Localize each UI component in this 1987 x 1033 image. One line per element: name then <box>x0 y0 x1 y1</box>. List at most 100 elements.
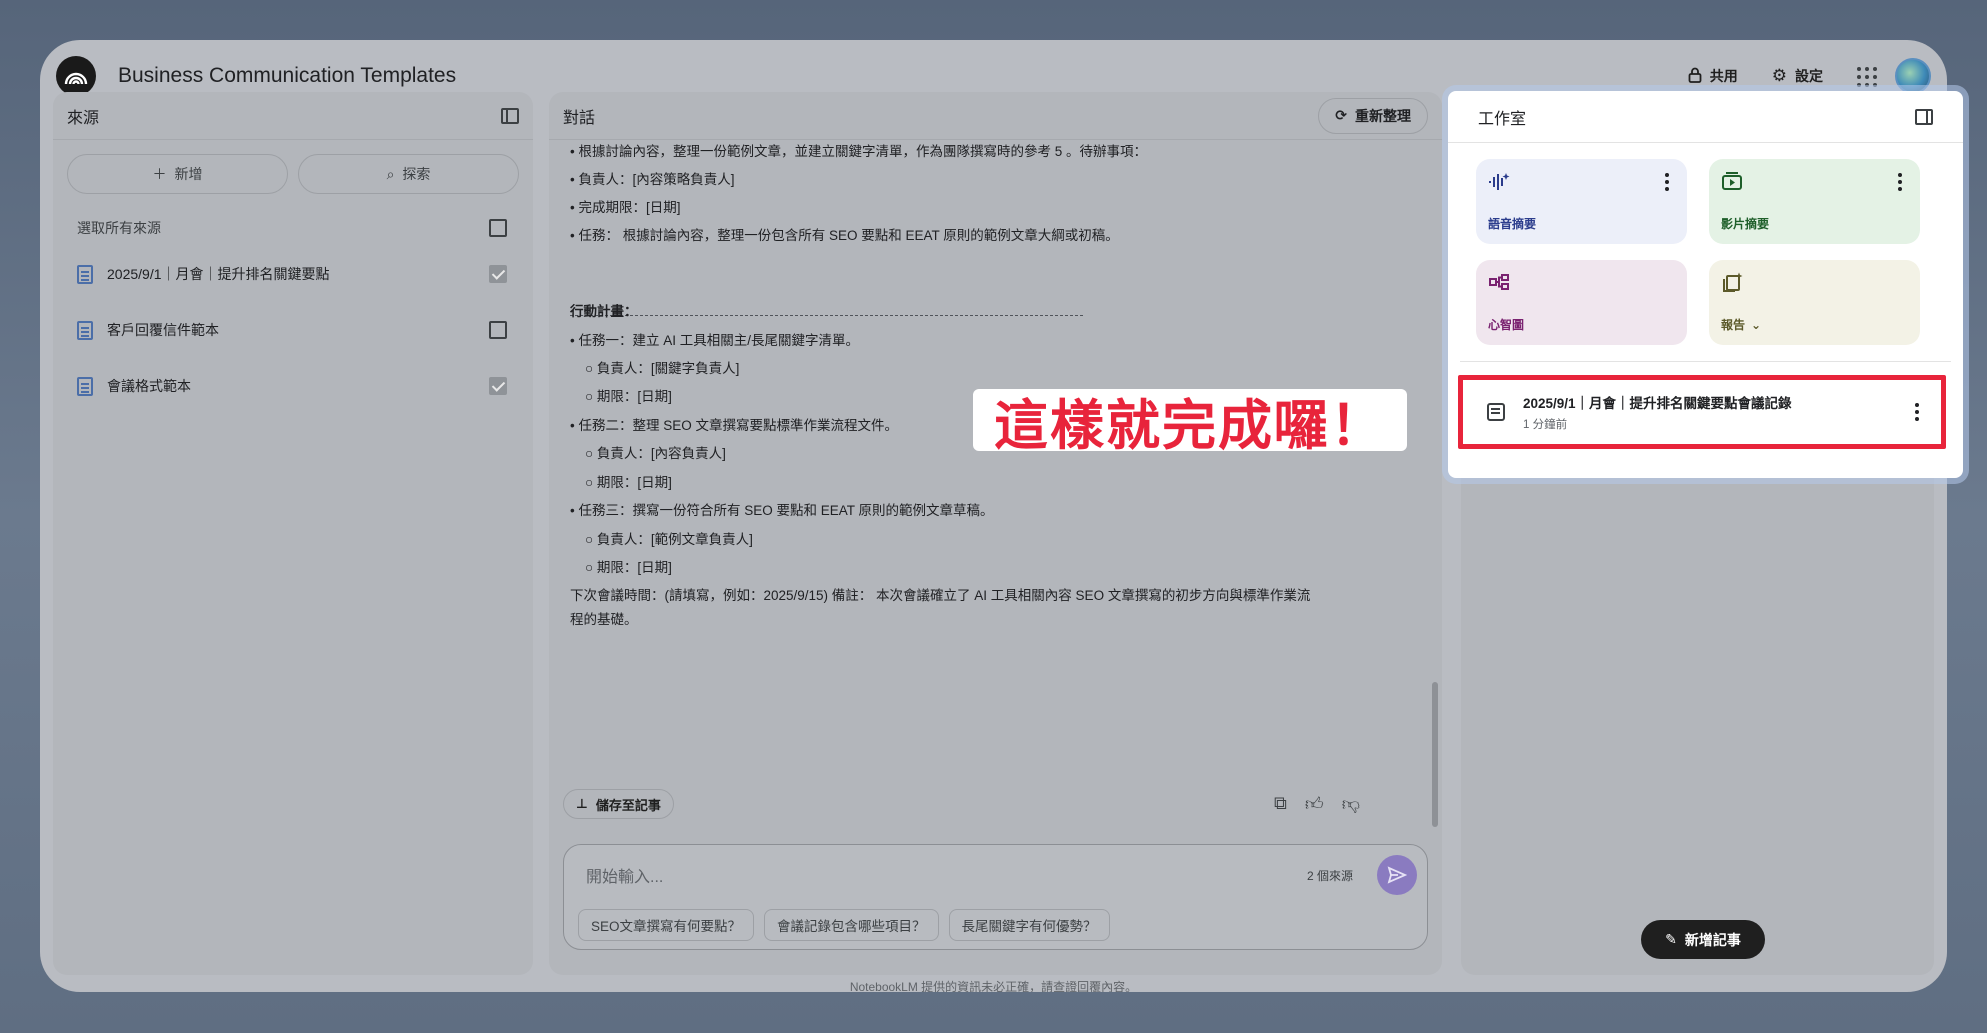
document-icon <box>77 320 93 340</box>
source-item[interactable]: 客戶回覆信件範本 <box>53 302 533 358</box>
collapse-panel-icon[interactable] <box>1915 108 1933 125</box>
tile-label: 心智圖 <box>1488 318 1525 332</box>
notebooklm-logo-icon[interactable] <box>56 56 96 96</box>
settings-label: 設定 <box>1795 68 1823 84</box>
video-icon <box>1721 172 1743 196</box>
select-all-label: 選取所有來源 <box>77 220 161 236</box>
response-line: • 負責人：[內容策略負責人] <box>570 172 735 187</box>
avatar[interactable] <box>1895 58 1931 94</box>
response-line: 下次會議時間：(請填寫，例如：2025/9/15) 備註： 本次會議確立了 AI… <box>570 588 1311 603</box>
report-tile[interactable]: 報告 ⌄ <box>1709 260 1920 345</box>
chat-panel: 對話 ⟳ 重新整理 • 根據討論內容，整理一份範例文章，並建立關鍵字清單，作為團… <box>549 92 1442 975</box>
response-line: ○ 期限：[日期] <box>585 560 672 575</box>
settings-button[interactable]: ⚙ 設定 <box>1764 58 1831 94</box>
thumbs-up-icon[interactable]: 👍︎ <box>1305 793 1324 815</box>
source-label: 會議格式範本 <box>107 378 191 394</box>
chat-scrollbar[interactable] <box>1432 682 1438 827</box>
studio-header: 工作室 <box>1448 91 1963 143</box>
divider <box>570 315 1083 316</box>
note-timestamp: 1 分鐘前 <box>1523 419 1568 431</box>
studio-panel: 工作室 語音摘要 影片摘要 心智圖 報告 ⌄ 2025/9/1｜月會｜提升排名關… <box>1448 91 1963 478</box>
select-all-checkbox[interactable] <box>489 219 507 237</box>
source-item[interactable]: 2025/9/1｜月會｜提升排名關鍵要點 <box>53 246 533 302</box>
audio-overview-tile[interactable]: 語音摘要 <box>1476 159 1687 244</box>
suggestion-chip[interactable]: SEO文章撰寫有何要點？ <box>578 909 755 941</box>
add-source-button[interactable]: ＋ 新增 <box>67 154 288 194</box>
response-line: • 完成期限：[日期] <box>570 200 681 215</box>
source-label: 2025/9/1｜月會｜提升排名關鍵要點 <box>107 266 330 282</box>
source-checkbox[interactable] <box>489 377 507 395</box>
apps-grid-icon[interactable] <box>1855 65 1877 87</box>
search-sparkle-icon: ⌕ <box>386 165 395 182</box>
suggestion-chip[interactable]: 會議記錄包含哪些項目？ <box>764 909 939 941</box>
chat-header: 對話 ⟳ 重新整理 <box>549 92 1442 140</box>
report-icon <box>1721 272 1743 297</box>
sources-header: 來源 <box>53 92 533 140</box>
regenerate-label: 重新整理 <box>1355 107 1411 124</box>
response-line: • 任務二：整理 SEO 文章撰寫要點標準作業流程文件。 <box>570 418 898 433</box>
response-line: ○ 負責人：[內容負責人] <box>585 446 726 461</box>
note-icon <box>1487 403 1505 421</box>
document-icon <box>77 264 93 284</box>
response-line: • 根據討論內容，整理一份範例文章，並建立關鍵字清單，作為團隊撰寫時的參考 5 … <box>570 144 1147 159</box>
response-line: 程的基礎。 <box>570 612 638 627</box>
save-note-label: 儲存至記事 <box>595 797 661 813</box>
select-all-row: 選取所有來源 <box>53 202 533 246</box>
video-overview-tile[interactable]: 影片摘要 <box>1709 159 1920 244</box>
copy-icon[interactable]: ⧉ <box>1274 793 1287 815</box>
more-options-icon[interactable] <box>1915 403 1919 421</box>
response-line: ○ 負責人：[範例文章負責人] <box>585 532 753 547</box>
source-label: 客戶回覆信件範本 <box>107 322 219 338</box>
add-source-label: 新增 <box>174 166 203 182</box>
tile-label: 影片摘要 <box>1721 217 1770 231</box>
response-line: ○ 期限：[日期] <box>585 389 672 404</box>
saved-note-item[interactable]: 2025/9/1｜月會｜提升排名關鍵要點會議記錄 1 分鐘前 <box>1458 375 1946 449</box>
discover-sources-button[interactable]: ⌕ 探索 <box>298 154 519 194</box>
divider <box>1460 361 1951 362</box>
report-label-row: 報告 ⌄ <box>1721 316 1761 333</box>
discover-label: 探索 <box>402 166 431 182</box>
sources-title: 來源 <box>67 109 100 127</box>
add-note-button[interactable]: ✎ 新增記事 <box>1641 920 1765 959</box>
pencil-icon: ✎ <box>1665 931 1677 947</box>
response-line: ○ 負責人：[關鍵字負責人] <box>585 361 740 376</box>
source-count: 2 個來源 <box>1306 869 1353 883</box>
refresh-icon: ⟳ <box>1335 107 1347 123</box>
lock-icon <box>1688 67 1702 86</box>
collapse-panel-icon[interactable] <box>501 107 519 124</box>
share-label: 共用 <box>1709 68 1738 84</box>
suggestion-chip[interactable]: 長尾關鍵字有何優勢？ <box>948 909 1110 941</box>
response-line: • 任務三：撰寫一份符合所有 SEO 要點和 EEAT 原則的範例文章草稿。 <box>570 503 994 518</box>
more-options-icon[interactable] <box>1898 173 1902 191</box>
disclaimer: NotebookLM 提供的資訊未必正確，請查證回覆內容。 <box>849 980 1138 992</box>
share-button[interactable]: 共用 <box>1680 58 1746 94</box>
chat-input-placeholder: 開始輸入... <box>586 869 664 886</box>
plus-icon: ＋ <box>152 166 167 182</box>
response-line: • 任務： 根據討論內容，整理一份包含所有 SEO 要點和 EEAT 原則的範例… <box>570 228 1119 243</box>
send-icon <box>1387 866 1407 884</box>
notebook-title[interactable]: Business Communication Templates <box>118 64 456 88</box>
more-options-icon[interactable] <box>1665 173 1669 191</box>
tile-label: 語音摘要 <box>1488 217 1537 231</box>
gear-icon: ⚙ <box>1771 66 1787 85</box>
studio-title: 工作室 <box>1478 110 1527 128</box>
thumbs-down-icon[interactable]: 👎︎ <box>1342 793 1360 815</box>
source-item[interactable]: 會議格式範本 <box>53 358 533 414</box>
response-heading: 行動計畫： <box>570 304 638 319</box>
chevron-down-icon[interactable]: ⌄ <box>1751 318 1761 332</box>
response-line: ○ 期限：[日期] <box>585 475 672 490</box>
pin-icon: ⊥ <box>576 796 588 811</box>
mindmap-icon <box>1488 274 1510 297</box>
mindmap-tile[interactable]: 心智圖 <box>1476 260 1687 345</box>
save-to-note-button[interactable]: ⊥ 儲存至記事 <box>563 789 674 819</box>
chat-title: 對話 <box>563 109 596 127</box>
tile-label: 報告 <box>1721 318 1746 332</box>
chat-input[interactable]: 開始輸入... 2 個來源 SEO文章撰寫有何要點？ 會議記錄包含哪些項目？ 長… <box>563 844 1428 950</box>
send-button[interactable] <box>1377 855 1417 895</box>
add-note-label: 新增記事 <box>1684 931 1741 948</box>
regenerate-button[interactable]: ⟳ 重新整理 <box>1318 97 1428 134</box>
source-checkbox[interactable] <box>489 321 507 339</box>
note-title: 2025/9/1｜月會｜提升排名關鍵要點會議記錄 <box>1523 396 1792 411</box>
source-checkbox[interactable] <box>489 265 507 283</box>
sources-panel: 來源 ＋ 新增 ⌕ 探索 選取所有來源 2025/9/1｜月會｜提升排名關鍵要點… <box>53 92 533 975</box>
